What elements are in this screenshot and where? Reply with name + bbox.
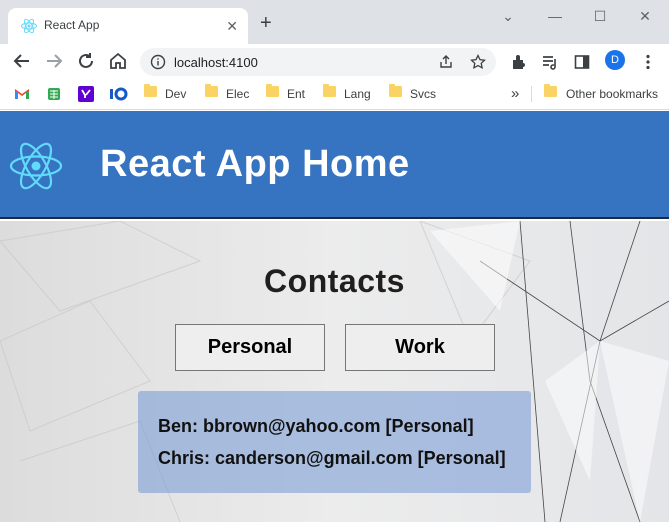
gmail-icon[interactable] bbox=[14, 87, 30, 100]
bookmark-folder-lang[interactable]: Lang bbox=[344, 84, 371, 104]
page-viewport: React App Home Contacts Personal Work Be… bbox=[0, 111, 669, 522]
home-icon[interactable] bbox=[107, 50, 129, 72]
yahoo-icon[interactable] bbox=[78, 86, 94, 102]
folder-icon bbox=[144, 84, 157, 97]
folder-icon bbox=[323, 84, 336, 97]
bookmark-folder-dev[interactable]: Dev bbox=[165, 84, 186, 104]
contacts-list: Ben: bbrown@yahoo.com [Personal] Chris: … bbox=[138, 391, 531, 493]
tab-close-icon[interactable]: ✕ bbox=[226, 17, 238, 35]
tab-search-icon[interactable]: ⌄ bbox=[498, 6, 518, 26]
window-close-icon[interactable]: ✕ bbox=[635, 6, 655, 26]
tab-title: React App bbox=[44, 18, 100, 32]
browser-titlebar: React App ✕ + ⌄ — ☐ ✕ bbox=[0, 0, 669, 44]
share-icon[interactable] bbox=[438, 54, 454, 70]
other-bookmarks[interactable]: Other bookmarks bbox=[566, 84, 658, 104]
side-panel-icon[interactable] bbox=[573, 53, 591, 71]
new-tab-button[interactable]: + bbox=[260, 13, 272, 33]
ten-icon[interactable] bbox=[108, 86, 128, 102]
bookmarks-overflow-icon[interactable]: » bbox=[511, 84, 519, 104]
contacts-heading: Contacts bbox=[264, 263, 405, 299]
browser-tab-active[interactable]: React App ✕ bbox=[8, 8, 248, 44]
bookmark-folder-elec[interactable]: Elec bbox=[226, 84, 249, 104]
forward-arrow-icon[interactable] bbox=[43, 50, 65, 72]
sheets-icon[interactable] bbox=[46, 86, 62, 102]
reading-list-icon[interactable] bbox=[541, 53, 559, 71]
extensions-icon[interactable] bbox=[510, 53, 528, 71]
bookmarks-divider bbox=[531, 86, 532, 102]
contact-item: Ben: bbrown@yahoo.com [Personal] bbox=[158, 416, 474, 436]
profile-avatar[interactable]: D bbox=[605, 50, 625, 70]
folder-icon bbox=[266, 84, 279, 97]
back-arrow-icon[interactable] bbox=[11, 50, 33, 72]
react-logo-icon bbox=[9, 142, 63, 190]
folder-icon bbox=[544, 84, 557, 97]
contact-item: Chris: canderson@gmail.com [Personal] bbox=[158, 448, 506, 468]
site-info-icon[interactable] bbox=[150, 54, 166, 70]
address-bar[interactable]: localhost:4100 bbox=[140, 48, 496, 76]
kebab-menu-icon[interactable] bbox=[639, 53, 657, 71]
work-filter-button[interactable]: Work bbox=[345, 324, 495, 371]
folder-icon bbox=[205, 84, 218, 97]
maximize-icon[interactable]: ☐ bbox=[590, 6, 610, 26]
bookmarks-bar: Dev Elec Ent Lang Svcs » Other bookmarks bbox=[0, 78, 669, 110]
bookmark-star-icon[interactable] bbox=[470, 54, 486, 70]
react-favicon-icon bbox=[21, 18, 37, 34]
folder-icon bbox=[389, 84, 402, 97]
browser-toolbar: localhost:4100 D bbox=[0, 44, 669, 78]
url-text[interactable]: localhost:4100 bbox=[174, 55, 258, 70]
minimize-icon[interactable]: — bbox=[545, 6, 565, 26]
reload-icon[interactable] bbox=[75, 50, 97, 72]
bookmark-folder-svcs[interactable]: Svcs bbox=[410, 84, 436, 104]
personal-filter-button[interactable]: Personal bbox=[175, 324, 325, 371]
bookmark-folder-ent[interactable]: Ent bbox=[287, 84, 305, 104]
app-title: React App Home bbox=[100, 143, 410, 185]
app-header: React App Home bbox=[0, 111, 669, 219]
